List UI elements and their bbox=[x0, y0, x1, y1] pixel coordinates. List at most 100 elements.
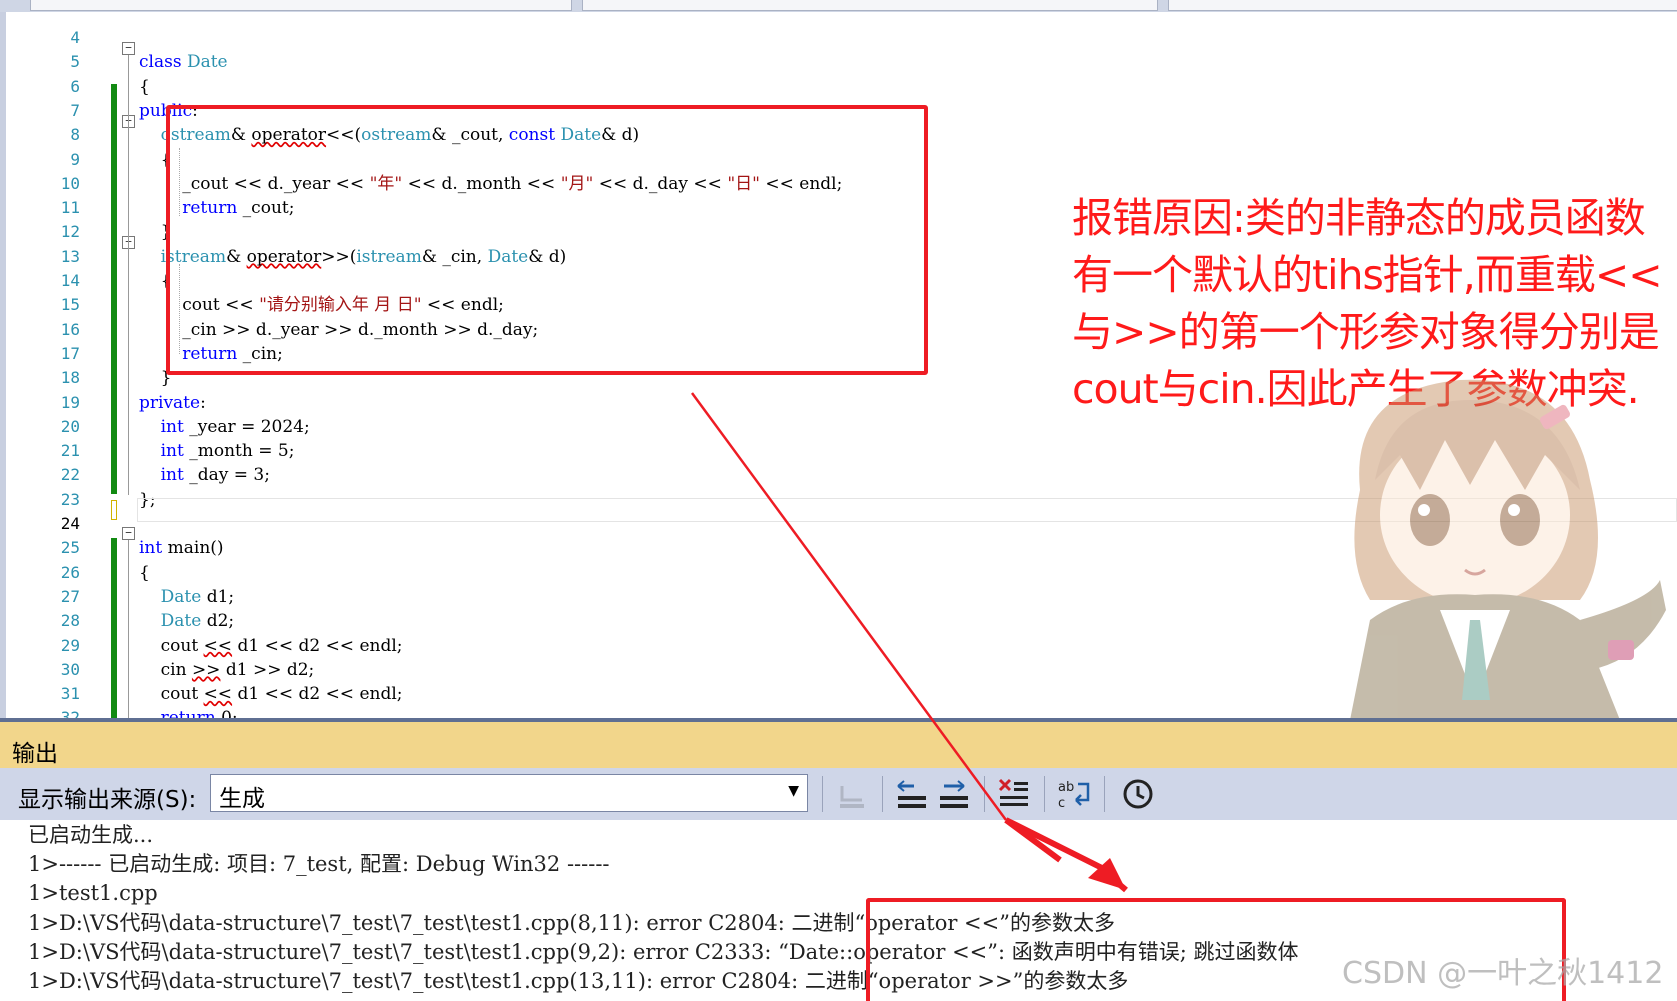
code-token: int bbox=[139, 538, 163, 559]
line-number: 28 bbox=[60, 611, 80, 631]
code-token: int bbox=[160, 465, 184, 486]
code-line: 5 class Date bbox=[0, 50, 1677, 74]
line-number: 22 bbox=[60, 465, 80, 485]
change-bar bbox=[111, 538, 117, 718]
code-text: cout << d1 << d2 << endl; bbox=[139, 634, 403, 658]
code-token: _month = 5; bbox=[183, 441, 295, 462]
code-token: private bbox=[139, 392, 201, 413]
clear-all-icon[interactable] bbox=[994, 774, 1034, 814]
line-number: 18 bbox=[60, 368, 80, 388]
line-number: 4 bbox=[70, 28, 80, 47]
code-text: class Date bbox=[139, 50, 228, 74]
document-tab[interactable] bbox=[1168, 0, 1677, 11]
code-token: >> bbox=[191, 659, 221, 680]
code-token: Date bbox=[160, 611, 202, 632]
code-line: 6{ bbox=[0, 75, 1677, 99]
code-text: return 0; bbox=[139, 706, 238, 718]
line-number: 6 bbox=[70, 76, 80, 96]
line-number: 9 bbox=[70, 149, 80, 169]
toolbar-separator bbox=[822, 776, 823, 812]
code-token: _day = 3; bbox=[183, 465, 270, 486]
code-text: cout << d1 << d2 << endl; bbox=[139, 682, 403, 706]
code-text: Date d2; bbox=[139, 609, 235, 633]
code-token: Date bbox=[160, 586, 202, 607]
toolbar-separator bbox=[1104, 776, 1105, 812]
line-number: 10 bbox=[60, 173, 80, 193]
code-token: d1 << d2 << endl; bbox=[232, 635, 403, 656]
code-token: d1 << d2 << endl; bbox=[232, 684, 403, 705]
code-text: int _month = 5; bbox=[139, 439, 295, 463]
code-text: { bbox=[139, 561, 150, 585]
toolbar-separator bbox=[984, 776, 985, 812]
code-text: int _year = 2024; bbox=[139, 415, 310, 439]
go-to-line-icon[interactable] bbox=[832, 774, 872, 814]
code-token: int bbox=[160, 441, 184, 462]
line-number: 13 bbox=[60, 246, 80, 266]
line-number: 15 bbox=[60, 295, 80, 315]
line-number: 17 bbox=[60, 343, 80, 363]
code-token: { bbox=[139, 562, 150, 583]
code-line: 4 bbox=[0, 26, 1677, 50]
code-token: _year = 2024; bbox=[183, 416, 310, 437]
line-number: 16 bbox=[60, 319, 80, 339]
code-token: cout bbox=[139, 684, 204, 705]
word-wrap-icon[interactable]: ab c bbox=[1054, 774, 1094, 814]
code-token: cin bbox=[139, 659, 192, 680]
code-text: int _day = 3; bbox=[139, 463, 270, 487]
code-text: { bbox=[139, 75, 150, 99]
toolbar-separator bbox=[1044, 776, 1045, 812]
code-token: int bbox=[160, 416, 184, 437]
output-panel-title: 输出 bbox=[12, 741, 58, 767]
code-token: main() bbox=[162, 538, 224, 559]
fold-guide bbox=[128, 55, 129, 495]
watermark: CSDN @一叶之秋1412 bbox=[1342, 956, 1664, 991]
line-number: 26 bbox=[60, 562, 80, 582]
line-number: 23 bbox=[60, 489, 80, 509]
code-token: cout bbox=[139, 635, 204, 656]
line-number: 7 bbox=[70, 100, 80, 120]
code-token: return bbox=[161, 708, 216, 718]
code-token: : bbox=[200, 392, 206, 413]
line-number: 12 bbox=[60, 222, 80, 242]
output-line: 1>------ 已启动生成: 项目: 7_test, 配置: Debug Wi… bbox=[28, 852, 610, 876]
document-tab[interactable] bbox=[582, 0, 1158, 11]
svg-text:c: c bbox=[1058, 796, 1065, 811]
code-token: d1; bbox=[201, 586, 235, 607]
output-source-select[interactable]: 生成 ▼ bbox=[210, 774, 808, 812]
code-token: Date bbox=[186, 52, 228, 73]
chevron-down-icon[interactable]: ▼ bbox=[788, 783, 799, 799]
next-message-icon[interactable] bbox=[934, 774, 974, 814]
output-toolbar: 显示输出来源(S): 生成 ▼ ab c bbox=[0, 768, 1677, 820]
document-tab-strip bbox=[0, 0, 1677, 12]
fold-toggle-icon[interactable]: − bbox=[122, 42, 135, 55]
fold-toggle-icon[interactable]: − bbox=[122, 527, 135, 540]
previous-message-icon[interactable] bbox=[892, 774, 932, 814]
line-number: 14 bbox=[60, 271, 80, 290]
change-bar bbox=[111, 84, 117, 494]
line-number: 29 bbox=[60, 635, 80, 655]
code-token: << bbox=[203, 684, 233, 705]
code-token: class bbox=[139, 52, 182, 73]
code-token: d1 >> d2; bbox=[220, 659, 315, 680]
output-line: 已启动生成... bbox=[28, 823, 154, 847]
output-source-value: 生成 bbox=[219, 786, 265, 812]
line-number: 21 bbox=[60, 441, 80, 461]
output-panel-header: 输出 bbox=[0, 718, 1677, 768]
document-tab[interactable] bbox=[30, 0, 572, 11]
line-number: 32 bbox=[60, 708, 80, 718]
svg-text:ab: ab bbox=[1058, 780, 1074, 795]
highlight-box-operators bbox=[166, 105, 928, 375]
clock-icon[interactable] bbox=[1118, 774, 1158, 814]
code-text: cin >> d1 >> d2; bbox=[139, 658, 315, 682]
code-token: { bbox=[139, 76, 150, 97]
code-token: d2; bbox=[201, 611, 235, 632]
code-token: << bbox=[203, 635, 233, 656]
